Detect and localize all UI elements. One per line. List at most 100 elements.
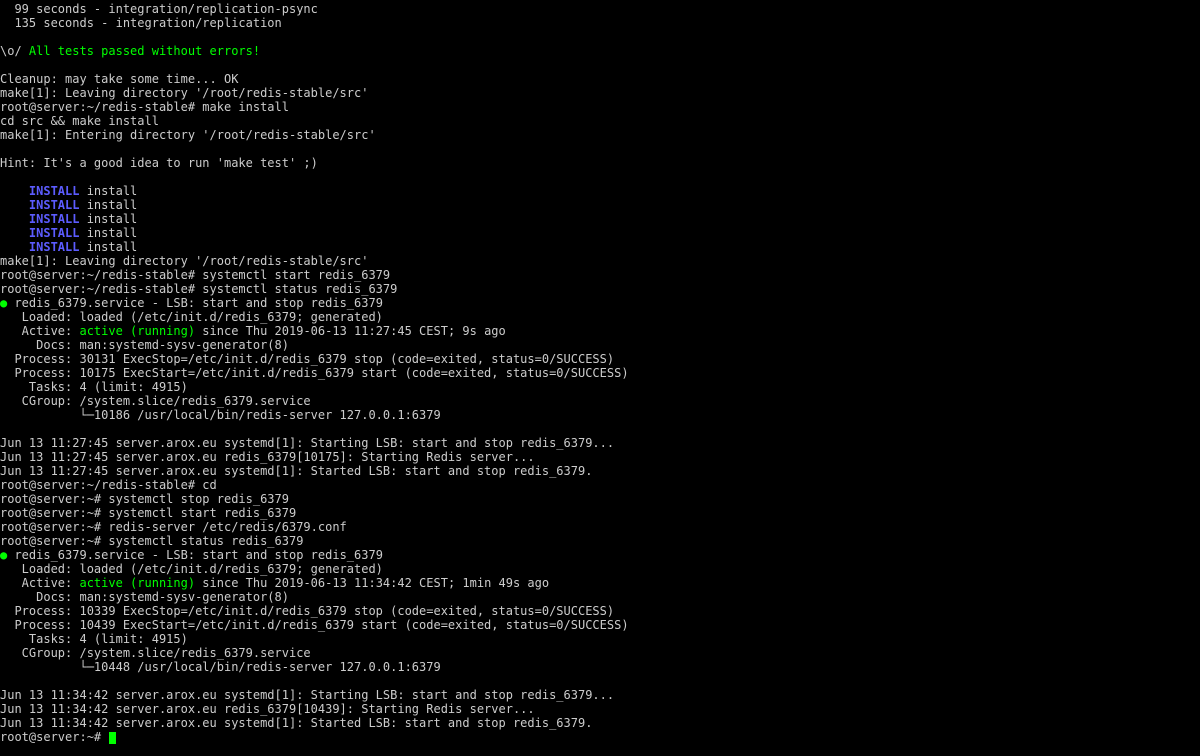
terminal-text: make[1]: Leaving directory '/root/redis-… — [0, 86, 368, 100]
terminal-line: Active: active (running) since Thu 2019-… — [0, 576, 1200, 590]
terminal-text: Docs: man:systemd-sysv-generator(8) — [0, 338, 289, 352]
terminal-text: Active: — [0, 324, 79, 338]
terminal-line: root@server:~/redis-stable# systemctl st… — [0, 282, 1200, 296]
terminal-line: Process: 10339 ExecStop=/etc/init.d/redi… — [0, 604, 1200, 618]
terminal-text: root@server:~/redis-stable# make install — [0, 100, 289, 114]
terminal-text: Tasks: 4 (limit: 4915) — [0, 632, 188, 646]
terminal-line: ● redis_6379.service - LSB: start and st… — [0, 548, 1200, 562]
terminal-text: Jun 13 11:27:45 server.arox.eu systemd[1… — [0, 436, 614, 450]
terminal-line: make[1]: Leaving directory '/root/redis-… — [0, 86, 1200, 100]
terminal-line: INSTALL install — [0, 198, 1200, 212]
terminal-text: 135 seconds - integration/replication — [0, 16, 282, 30]
terminal-text: Cleanup: may take some time... OK — [0, 72, 238, 86]
terminal-text: Tasks: 4 (limit: 4915) — [0, 380, 188, 394]
terminal-text: 99 seconds - integration/replication-psy… — [0, 2, 318, 16]
terminal-text: cd src && make install — [0, 114, 159, 128]
terminal-text: Jun 13 11:27:45 server.arox.eu systemd[1… — [0, 464, 592, 478]
terminal-line: Jun 13 11:34:42 server.arox.eu redis_637… — [0, 702, 1200, 716]
terminal-line: INSTALL install — [0, 226, 1200, 240]
terminal-text: All tests passed without errors! — [29, 44, 260, 58]
terminal-text — [0, 226, 29, 240]
terminal-text: redis_6379.service - LSB: start and stop… — [7, 548, 383, 562]
terminal-line — [0, 142, 1200, 156]
terminal-text: INSTALL — [29, 198, 80, 212]
terminal-text: INSTALL — [29, 240, 80, 254]
terminal-text: root@server:~# systemctl status redis_63… — [0, 534, 303, 548]
terminal-line: \o/ All tests passed without errors! — [0, 44, 1200, 58]
terminal-line: root@server:~# systemctl start redis_637… — [0, 506, 1200, 520]
terminal-line: Tasks: 4 (limit: 4915) — [0, 380, 1200, 394]
terminal-text: Process: 30131 ExecStop=/etc/init.d/redi… — [0, 352, 614, 366]
terminal-line: Jun 13 11:27:45 server.arox.eu systemd[1… — [0, 436, 1200, 450]
terminal-text: root@server:~/redis-stable# cd — [0, 478, 217, 492]
terminal-line: Docs: man:systemd-sysv-generator(8) — [0, 338, 1200, 352]
terminal-line: root@server:~/redis-stable# cd — [0, 478, 1200, 492]
terminal-line: Process: 30131 ExecStop=/etc/init.d/redi… — [0, 352, 1200, 366]
terminal-line: Jun 13 11:27:45 server.arox.eu systemd[1… — [0, 464, 1200, 478]
terminal-text — [0, 184, 29, 198]
terminal-line: Jun 13 11:27:45 server.arox.eu redis_637… — [0, 450, 1200, 464]
terminal-line: INSTALL install — [0, 240, 1200, 254]
terminal-line — [0, 30, 1200, 44]
terminal-text: Hint: It's a good idea to run 'make test… — [0, 156, 318, 170]
terminal-text: CGroup: /system.slice/redis_6379.service — [0, 394, 311, 408]
terminal-line: make[1]: Entering directory '/root/redis… — [0, 128, 1200, 142]
terminal-line: Hint: It's a good idea to run 'make test… — [0, 156, 1200, 170]
terminal-line: root@server:~/redis-stable# systemctl st… — [0, 268, 1200, 282]
terminal-text: root@server:~# — [0, 730, 108, 744]
terminal-line: CGroup: /system.slice/redis_6379.service — [0, 646, 1200, 660]
terminal-line: Loaded: loaded (/etc/init.d/redis_6379; … — [0, 310, 1200, 324]
terminal-text: Process: 10175 ExecStart=/etc/init.d/red… — [0, 366, 629, 380]
terminal-line: Process: 10439 ExecStart=/etc/init.d/red… — [0, 618, 1200, 632]
terminal-text: active (running) — [79, 324, 195, 338]
terminal-line: root@server:~# — [0, 730, 1200, 744]
terminal-text: CGroup: /system.slice/redis_6379.service — [0, 646, 311, 660]
terminal-text: install — [79, 240, 137, 254]
terminal-text: └─10186 /usr/local/bin/redis-server 127.… — [0, 408, 441, 422]
terminal-line: INSTALL install — [0, 184, 1200, 198]
terminal-text: since Thu 2019-06-13 11:34:42 CEST; 1min… — [195, 576, 549, 590]
terminal-text: install — [79, 198, 137, 212]
terminal-text: \o/ — [0, 44, 29, 58]
terminal-line: root@server:~# redis-server /etc/redis/6… — [0, 520, 1200, 534]
terminal-text: since Thu 2019-06-13 11:27:45 CEST; 9s a… — [195, 324, 506, 338]
terminal-line: cd src && make install — [0, 114, 1200, 128]
terminal-text: active (running) — [79, 576, 195, 590]
terminal-text — [0, 212, 29, 226]
terminal-line: 99 seconds - integration/replication-psy… — [0, 2, 1200, 16]
terminal-output[interactable]: 99 seconds - integration/replication-psy… — [0, 0, 1200, 744]
terminal-text: Active: — [0, 576, 79, 590]
terminal-text: INSTALL — [29, 226, 80, 240]
terminal-text: └─10448 /usr/local/bin/redis-server 127.… — [0, 660, 441, 674]
terminal-line: Cleanup: may take some time... OK — [0, 72, 1200, 86]
terminal-line: Tasks: 4 (limit: 4915) — [0, 632, 1200, 646]
terminal-line — [0, 58, 1200, 72]
terminal-text — [0, 198, 29, 212]
terminal-text: INSTALL — [29, 212, 80, 226]
terminal-text: make[1]: Entering directory '/root/redis… — [0, 128, 376, 142]
terminal-text: root@server:~/redis-stable# systemctl st… — [0, 282, 397, 296]
terminal-text: make[1]: Leaving directory '/root/redis-… — [0, 254, 368, 268]
terminal-line: └─10186 /usr/local/bin/redis-server 127.… — [0, 408, 1200, 422]
terminal-line: root@server:~# systemctl status redis_63… — [0, 534, 1200, 548]
terminal-line: root@server:~# systemctl stop redis_6379 — [0, 492, 1200, 506]
terminal-line: Jun 13 11:34:42 server.arox.eu systemd[1… — [0, 716, 1200, 730]
terminal-line: └─10448 /usr/local/bin/redis-server 127.… — [0, 660, 1200, 674]
terminal-line: CGroup: /system.slice/redis_6379.service — [0, 394, 1200, 408]
terminal-line: 135 seconds - integration/replication — [0, 16, 1200, 30]
terminal-line: Process: 10175 ExecStart=/etc/init.d/red… — [0, 366, 1200, 380]
terminal-text: Jun 13 11:34:42 server.arox.eu systemd[1… — [0, 716, 592, 730]
terminal-text: Process: 10339 ExecStop=/etc/init.d/redi… — [0, 604, 614, 618]
terminal-line: ● redis_6379.service - LSB: start and st… — [0, 296, 1200, 310]
terminal-text: root@server:~# systemctl stop redis_6379 — [0, 492, 289, 506]
terminal-line — [0, 422, 1200, 436]
terminal-text: root@server:~# systemctl start redis_637… — [0, 506, 296, 520]
terminal-line — [0, 674, 1200, 688]
terminal-text: Loaded: loaded (/etc/init.d/redis_6379; … — [0, 310, 383, 324]
terminal-line: Jun 13 11:34:42 server.arox.eu systemd[1… — [0, 688, 1200, 702]
terminal-text: INSTALL — [29, 184, 80, 198]
terminal-text: Process: 10439 ExecStart=/etc/init.d/red… — [0, 618, 629, 632]
terminal-text — [0, 240, 29, 254]
terminal-text: install — [79, 184, 137, 198]
terminal-text: Jun 13 11:27:45 server.arox.eu redis_637… — [0, 450, 535, 464]
